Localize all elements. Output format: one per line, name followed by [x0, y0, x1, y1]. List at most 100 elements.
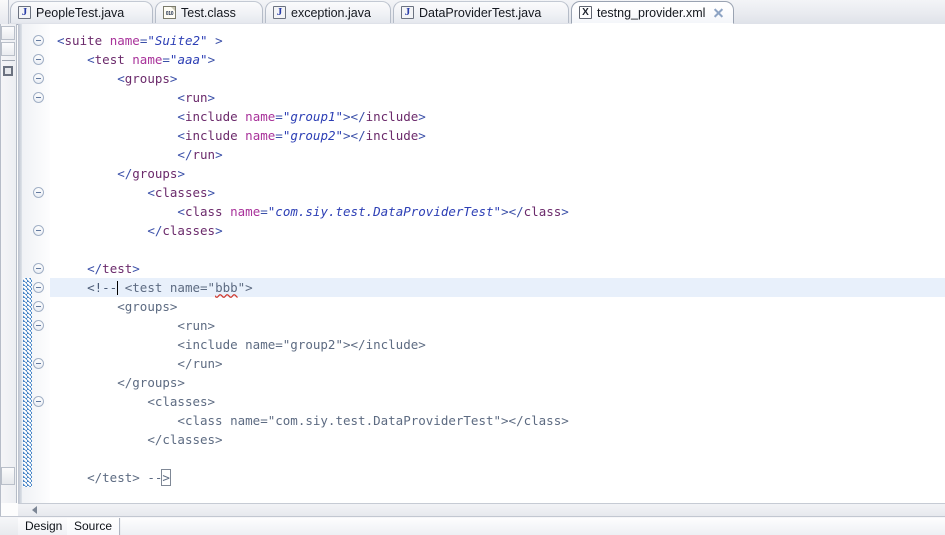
fold-collapse-icon[interactable]: [33, 282, 44, 293]
code-line[interactable]: <groups>: [50, 69, 945, 88]
code-token-atv: "group2": [282, 128, 344, 143]
misspelled-word: bbb: [215, 280, 238, 295]
code-token-pnc: ></: [343, 128, 366, 143]
code-line[interactable]: <classes>: [50, 183, 945, 202]
fold-collapse-icon[interactable]: [33, 187, 44, 198]
code-token-cmt: <classes>: [147, 394, 216, 409]
code-token-cmt: </run>: [177, 356, 223, 371]
code-token-cmt: </classes>: [147, 432, 223, 447]
code-line[interactable]: [50, 449, 945, 468]
code-token-tag: suite: [64, 33, 103, 48]
fold-collapse-icon[interactable]: [33, 35, 44, 46]
fold-collapse-icon[interactable]: [33, 301, 44, 312]
code-token-pnc: =: [260, 204, 268, 219]
code-content[interactable]: <suite name="Suite2" > <test name="aaa">…: [50, 24, 945, 503]
fold-collapse-icon[interactable]: [33, 358, 44, 369]
code-line[interactable]: <groups>: [50, 297, 945, 316]
code-token-pnc: >: [169, 71, 178, 86]
code-token-tag: test: [102, 261, 133, 276]
close-icon[interactable]: [712, 7, 724, 19]
code-line[interactable]: </test>: [50, 259, 945, 278]
code-token-tag: test: [94, 52, 125, 67]
tab-design[interactable]: Design: [18, 518, 71, 535]
code-token-cmt: <test name=": [117, 280, 216, 295]
code-token-pnc: >: [207, 185, 216, 200]
collapsed-view-strip[interactable]: [0, 24, 17, 503]
fold-collapse-icon[interactable]: [33, 396, 44, 407]
code-token-pnc: >: [418, 109, 426, 124]
fold-collapse-icon[interactable]: [33, 54, 44, 65]
code-line[interactable]: </groups>: [50, 373, 945, 392]
fold-collapse-icon[interactable]: [33, 225, 44, 236]
editor-tab-exception-java[interactable]: exception.java: [265, 1, 391, 23]
code-token-pnc: >: [177, 166, 185, 181]
editor-tab-dataprovidertest-java[interactable]: DataProviderTest.java: [393, 1, 569, 23]
bottom-bar-filler: [121, 518, 945, 535]
code-token-pnc: </: [117, 166, 133, 181]
code-line[interactable]: </run>: [50, 145, 945, 164]
code-token-tag: groups: [124, 71, 170, 86]
code-token-pnc: <: [177, 90, 185, 105]
editor-tab-test-class[interactable]: Test.class: [155, 1, 263, 23]
code-token-tag: classes: [154, 185, 208, 200]
code-line[interactable]: <classes>: [50, 392, 945, 411]
fold-collapse-icon[interactable]: [33, 263, 44, 274]
code-line[interactable]: </classes>: [50, 430, 945, 449]
code-line[interactable]: </run>: [50, 354, 945, 373]
restore-view-button[interactable]: [1, 26, 15, 40]
editor-tab-label: PeopleTest.java: [36, 5, 125, 20]
strip-bottom-button[interactable]: [1, 467, 15, 485]
code-line[interactable]: <run>: [50, 316, 945, 335]
code-line[interactable]: <suite name="Suite2" >: [50, 31, 945, 50]
code-line[interactable]: </test> -->: [50, 468, 945, 487]
code-line[interactable]: <run>: [50, 88, 945, 107]
horizontal-scrollbar[interactable]: [18, 503, 945, 516]
code-line[interactable]: <test name="aaa">: [50, 50, 945, 69]
code-token-tag: run: [184, 90, 208, 105]
tab-source-label: Source: [74, 519, 113, 533]
editor-tab-label: Test.class: [181, 5, 236, 20]
code-line[interactable]: <include name="group1"></include>: [50, 107, 945, 126]
scrollbar-track[interactable]: [18, 504, 945, 516]
code-line[interactable]: <!-- <test name="bbb">: [50, 278, 945, 297]
editor-tab-testng-provider-xml[interactable]: testng_provider.xml: [571, 1, 734, 24]
editor-tab-label: testng_provider.xml: [597, 5, 706, 20]
code-line[interactable]: <include name="group2"></include>: [50, 335, 945, 354]
code-token-atn: name: [132, 52, 163, 67]
editor-tab-peopletest-java[interactable]: PeopleTest.java: [10, 1, 153, 23]
source-editor[interactable]: <suite name="Suite2" > <test name="aaa">…: [18, 24, 945, 503]
code-line[interactable]: <class name="com.siy.test.DataProviderTe…: [50, 411, 945, 430]
code-token-pnc: =: [275, 128, 283, 143]
code-token-pnc: <: [57, 33, 65, 48]
strip-divider: [2, 60, 15, 61]
code-token-tag: include: [184, 109, 238, 124]
editor-gutter[interactable]: [18, 24, 50, 503]
code-line[interactable]: </classes>: [50, 221, 945, 240]
minimize-view-button[interactable]: [1, 42, 15, 56]
gutter-left-border: [18, 24, 22, 503]
scroll-left-arrow-icon[interactable]: [32, 506, 37, 514]
code-line[interactable]: </groups>: [50, 164, 945, 183]
package-explorer-icon[interactable]: [3, 66, 13, 76]
code-line[interactable]: [50, 240, 945, 259]
code-token-pnc: =: [162, 52, 170, 67]
tab-source[interactable]: Source: [67, 518, 121, 535]
code-token-cmt: <groups>: [117, 299, 178, 314]
class-file-icon: [163, 6, 176, 19]
fold-collapse-icon[interactable]: [33, 320, 44, 331]
fold-collapse-icon[interactable]: [33, 73, 44, 84]
code-line[interactable]: <class name="com.siy.test.DataProviderTe…: [50, 202, 945, 221]
fold-collapse-icon[interactable]: [33, 92, 44, 103]
code-token-pnc: =: [275, 109, 283, 124]
code-line[interactable]: <include name="group2"></include>: [50, 126, 945, 145]
tab-design-label: Design: [25, 519, 63, 533]
